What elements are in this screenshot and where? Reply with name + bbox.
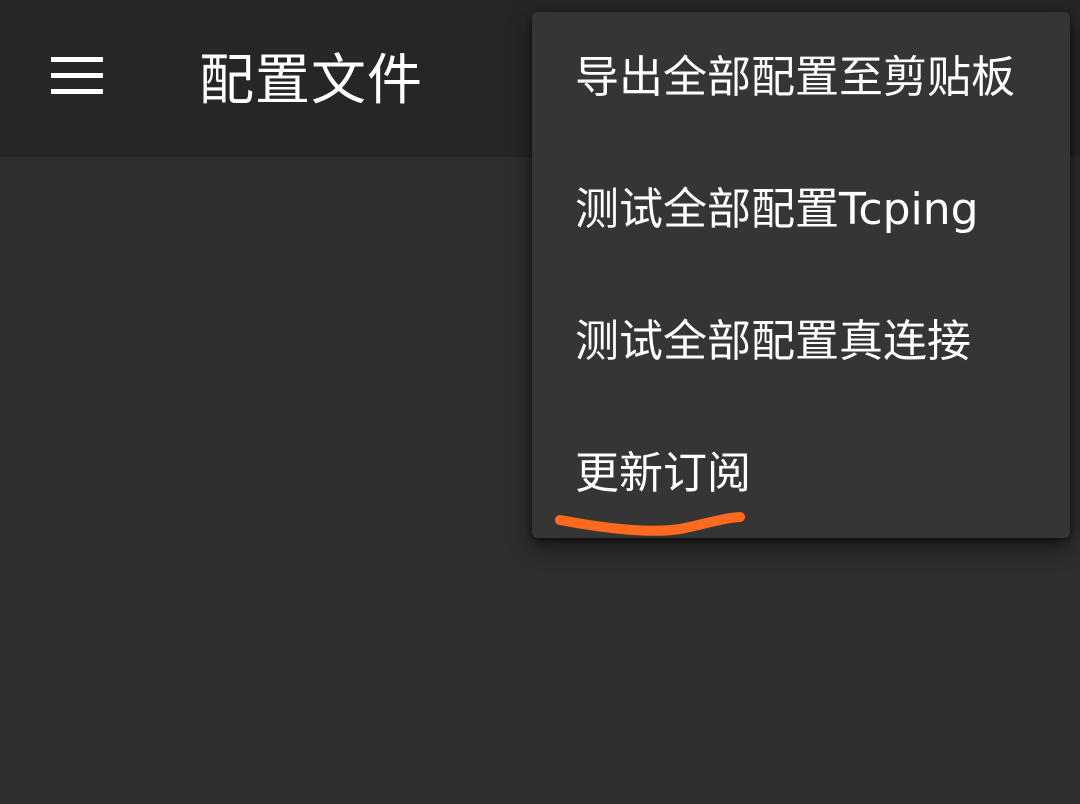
menu-item-label: 更新订阅 [575, 448, 751, 499]
menu-item-test-all-real-connection[interactable]: 测试全部配置真连接 [532, 276, 1070, 408]
menu-item-label: 测试全部配置Tcping [575, 184, 979, 235]
menu-item-update-subscription[interactable]: 更新订阅 [532, 408, 1070, 538]
navigation-menu-button[interactable] [30, 33, 124, 117]
menu-item-export-all-configs[interactable]: 导出全部配置至剪贴板 [532, 12, 1070, 144]
overflow-menu: 导出全部配置至剪贴板 测试全部配置Tcping 测试全部配置真连接 更新订阅 [532, 12, 1070, 538]
menu-item-label: 导出全部配置至剪贴板 [575, 52, 1015, 103]
menu-item-label: 测试全部配置真连接 [575, 316, 971, 367]
menu-item-test-all-tcping[interactable]: 测试全部配置Tcping [532, 144, 1070, 276]
page-title: 配置文件 [199, 48, 424, 112]
hamburger-menu-icon [51, 57, 103, 94]
